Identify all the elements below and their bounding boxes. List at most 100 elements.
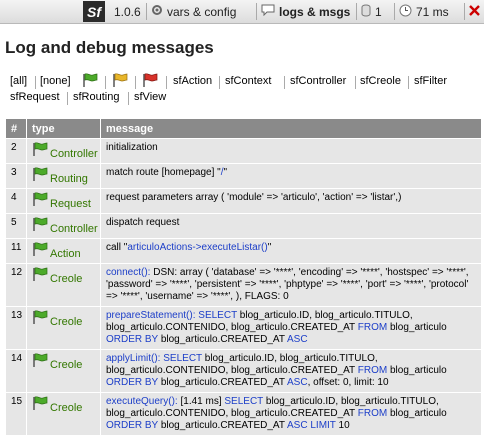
- filter-divider: [355, 76, 356, 89]
- speech-bubble-icon: [261, 4, 275, 19]
- type-label: Routing: [50, 173, 88, 185]
- row-type: Controller: [26, 213, 101, 239]
- message-text: ": [267, 242, 272, 253]
- filter-sfcontext[interactable]: sfContext: [225, 74, 271, 89]
- row-type: Routing: [26, 163, 101, 189]
- message-text: DSN: array ( 'database' => '****', 'enco…: [106, 267, 469, 302]
- clock-icon: [399, 4, 412, 20]
- row-type: Creole: [26, 263, 101, 307]
- filter-none-link[interactable]: [none]: [40, 74, 71, 89]
- type-label: Creole: [50, 273, 83, 285]
- row-type: Request: [26, 188, 101, 214]
- filter-row-2: sfRequest sfRouting sfView: [10, 90, 480, 106]
- type-label: Creole: [50, 316, 83, 328]
- row-number: 2: [5, 138, 27, 164]
- row-number: 15: [5, 392, 27, 436]
- column-header-number: #: [5, 118, 27, 139]
- filter-divider: [35, 76, 36, 89]
- logs-msgs-label: logs & msgs: [279, 4, 351, 19]
- toolbar-divider: [356, 3, 357, 20]
- column-header-message: message: [100, 118, 482, 139]
- type-label: Controller: [50, 223, 98, 235]
- action-link[interactable]: articuloActions->executeListar(): [127, 242, 267, 253]
- debug-toolbar: Sf 1.0.6 vars & config logs & msgs 1 71 …: [0, 0, 484, 24]
- row-number: 13: [5, 306, 27, 350]
- row-message: executeQuery(): [1.41 ms] SELECT blog_ar…: [100, 392, 482, 436]
- filter-sfrouting[interactable]: sfRouting: [73, 90, 119, 105]
- message-text: match route [homepage] ": [106, 167, 221, 178]
- row-message: connect(): DSN: array ( 'database' => '*…: [100, 263, 482, 307]
- logs-msgs-button[interactable]: logs & msgs: [261, 0, 350, 23]
- filter-divider: [166, 76, 167, 89]
- filter-divider: [408, 76, 409, 89]
- close-icon: [469, 4, 480, 19]
- row-message: prepareStatement(): SELECT blog_articulo…: [100, 306, 482, 350]
- timer-value: 71 ms: [416, 4, 449, 19]
- row-type: Creole: [26, 349, 101, 393]
- toolbar-divider: [146, 3, 147, 20]
- row-message: dispatch request: [100, 213, 482, 239]
- close-button[interactable]: [469, 0, 480, 23]
- row-number: 3: [5, 163, 27, 189]
- message-text: [1.41 ms]: [177, 396, 225, 407]
- database-icon: [361, 4, 371, 20]
- table-row: 12 Creole connect(): DSN: array ( 'datab…: [5, 263, 482, 307]
- filter-sffilter[interactable]: sfFilter: [414, 74, 447, 89]
- table-row: 15 Creole executeQuery(): [1.41 ms] SELE…: [5, 392, 482, 436]
- method-link[interactable]: prepareStatement():: [106, 310, 196, 321]
- row-type: Action: [26, 238, 101, 264]
- method-link[interactable]: applyLimit():: [106, 353, 160, 364]
- row-message: match route [homepage] "/": [100, 163, 482, 189]
- vars-config-button[interactable]: vars & config: [151, 0, 236, 23]
- gear-icon: [151, 4, 163, 19]
- table-row: 14 Creole applyLimit(): SELECT blog_arti…: [5, 349, 482, 393]
- row-number: 4: [5, 188, 27, 214]
- type-label: Creole: [50, 402, 83, 414]
- timer-button[interactable]: 71 ms: [399, 0, 449, 23]
- row-number: 5: [5, 213, 27, 239]
- log-table: # type message 2 Controller initializati…: [5, 118, 482, 436]
- type-label: Request: [50, 198, 91, 210]
- row-message: request parameters array ( 'module' => '…: [100, 188, 482, 214]
- vars-config-label: vars & config: [167, 4, 237, 19]
- message-text: call ": [106, 242, 128, 253]
- page-title: Log and debug messages: [5, 38, 214, 57]
- filter-sfaction[interactable]: sfAction: [173, 74, 212, 89]
- table-row: 5 Controller dispatch request: [5, 213, 482, 239]
- table-row: 2 Controller initialization: [5, 138, 482, 164]
- row-number: 14: [5, 349, 27, 393]
- method-link[interactable]: connect():: [106, 267, 150, 278]
- table-row: 13 Creole prepareStatement(): SELECT blo…: [5, 306, 482, 350]
- database-count: 1: [375, 4, 382, 19]
- database-button[interactable]: 1: [361, 0, 382, 23]
- table-row: 11 Action call "articuloActions->execute…: [5, 238, 482, 264]
- table-row: 3 Routing match route [homepage] "/": [5, 163, 482, 189]
- type-label: Action: [50, 248, 81, 260]
- type-label: Creole: [50, 359, 83, 371]
- filter-divider: [219, 76, 220, 89]
- filter-divider: [284, 76, 285, 89]
- log-filters: [all] [none] sfAction sfContext sfContro…: [10, 73, 480, 106]
- toolbar-divider: [464, 3, 465, 20]
- method-link[interactable]: executeQuery():: [106, 396, 178, 407]
- column-header-type: type: [26, 118, 101, 139]
- filter-divider: [135, 76, 136, 89]
- symfony-logo[interactable]: Sf: [83, 1, 105, 22]
- row-type: Controller: [26, 138, 101, 164]
- filter-sfcreole[interactable]: sfCreole: [360, 74, 401, 89]
- filter-sfrequest[interactable]: sfRequest: [10, 90, 60, 105]
- row-message: applyLimit(): SELECT blog_articulo.ID, b…: [100, 349, 482, 393]
- table-header: # type message: [5, 118, 482, 139]
- row-number: 12: [5, 263, 27, 307]
- filter-row-1: [all] [none] sfAction sfContext sfContro…: [10, 73, 480, 90]
- filter-divider: [105, 76, 106, 89]
- type-label: Controller: [50, 148, 98, 160]
- filter-sfview[interactable]: sfView: [134, 90, 166, 105]
- filter-sfcontroller[interactable]: sfController: [290, 74, 346, 89]
- message-text: ": [223, 167, 228, 178]
- row-message: initialization: [100, 138, 482, 164]
- row-message: call "articuloActions->executeListar()": [100, 238, 482, 264]
- row-type: Creole: [26, 392, 101, 436]
- toolbar-divider: [394, 3, 395, 20]
- filter-all-link[interactable]: [all]: [10, 74, 27, 89]
